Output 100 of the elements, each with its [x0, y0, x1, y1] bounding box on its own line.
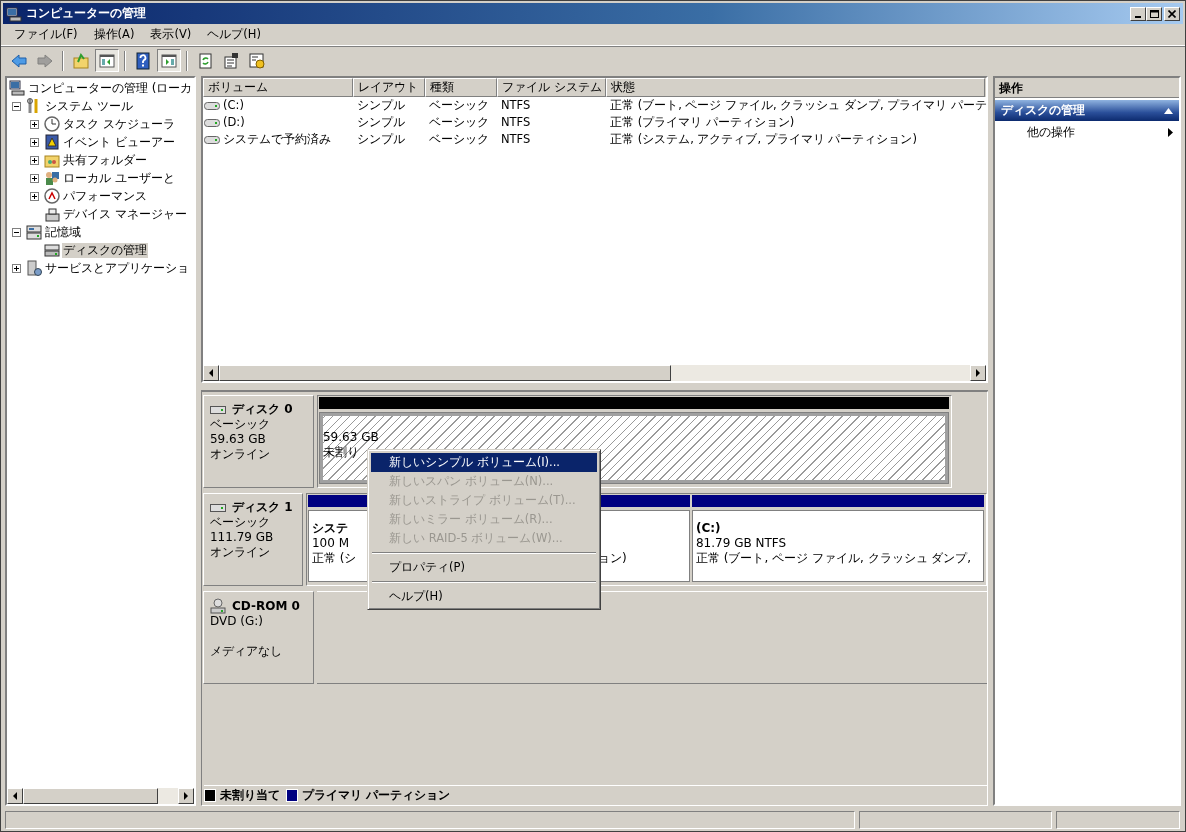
scroll-thumb[interactable] — [23, 788, 158, 804]
tree-item[interactable]: ローカル ユーザーと — [62, 170, 176, 186]
table-cell: (C:) — [223, 98, 244, 113]
disk-info: オンライン — [210, 447, 271, 462]
partition-name: (C:) — [696, 521, 721, 535]
left-arrow-icon[interactable] — [12, 792, 18, 800]
column-header[interactable]: ファイル システム — [497, 78, 606, 97]
menu-item[interactable]: ファイル(F) — [7, 26, 85, 43]
column-header[interactable]: 種類 — [425, 78, 497, 97]
partition-status: 未割り — [323, 445, 359, 459]
menu-item[interactable]: ヘルプ(H) — [371, 587, 597, 606]
disk-info: ベーシック — [210, 515, 271, 530]
column-header[interactable]: 状態 — [606, 78, 985, 97]
tree-item[interactable]: 共有フォルダー — [62, 152, 148, 168]
tree-item[interactable]: パフォーマンス — [62, 188, 148, 204]
table-cell: 正常 (システム, アクティブ, プライマリ パーティション) — [610, 132, 917, 147]
users-icon — [44, 170, 60, 186]
gauge-icon — [44, 188, 60, 204]
partition-size: 81.79 GB NTFS — [696, 536, 787, 550]
column-header[interactable]: ボリューム — [203, 78, 353, 97]
event-log-icon — [44, 134, 60, 150]
menu-item[interactable]: 操作(A) — [86, 26, 142, 43]
table-cell: シンプル — [357, 115, 405, 130]
partition-name: システ — [312, 521, 348, 535]
drive-icon — [204, 117, 220, 128]
close-button[interactable] — [1164, 6, 1180, 21]
submenu-arrow-icon — [1168, 127, 1173, 137]
tree-item[interactable]: イベント ビューアー — [62, 134, 176, 150]
section-title: ディスクの管理 — [1001, 103, 1085, 118]
disk-info: DVD (G:) — [210, 614, 264, 629]
tree-pane-button[interactable] — [95, 49, 119, 72]
disk-info: 59.63 GB — [210, 432, 267, 447]
disk-info: ベーシック — [210, 417, 271, 432]
partition-block[interactable]: (C:) 81.79 GB NTFS 正常 (ブート, ページ ファイル, クラッシュ ダンプ, — [692, 510, 984, 582]
legend-label: プライマリ パーティション — [302, 788, 451, 803]
collapse-icon[interactable] — [12, 101, 21, 111]
properties-icon — [222, 51, 240, 70]
table-cell: シンプル — [357, 132, 405, 147]
menu-item[interactable]: 新しいシンプル ボリューム(I)... — [371, 453, 597, 472]
disk-name: ディスク 0 — [232, 402, 293, 417]
horizontal-scrollbar[interactable] — [7, 788, 194, 804]
partition-status: 正常 (シ — [312, 551, 357, 565]
disk-name: CD-ROM 0 — [232, 598, 300, 614]
menu-item[interactable]: ヘルプ(H) — [200, 26, 268, 43]
maximize-icon — [1149, 9, 1159, 18]
tree-item[interactable]: 記憶域 — [44, 224, 82, 240]
table-cell: 正常 (ブート, ページ ファイル, クラッシュ ダンプ, プライマリ パーテ — [610, 98, 988, 113]
tree-item[interactable]: タスク スケジューラ — [62, 116, 176, 132]
left-arrow-icon[interactable] — [208, 369, 214, 377]
maximize-button[interactable] — [1146, 6, 1162, 21]
tree-item[interactable]: サービスとアプリケーショ — [44, 260, 190, 276]
disk-drive-icon — [210, 502, 226, 513]
action-pane-button[interactable] — [157, 49, 181, 72]
disk-status: メディアなし — [210, 644, 283, 659]
tree-item[interactable]: ディスクの管理 — [62, 242, 148, 258]
expand-icon[interactable] — [30, 191, 39, 201]
disk-label-panel[interactable]: ディスク 0 ベーシック 59.63 GB オンライン — [203, 395, 314, 488]
expand-icon[interactable] — [12, 263, 21, 273]
expand-icon[interactable] — [30, 137, 39, 147]
collapse-arrow-icon[interactable] — [1164, 107, 1173, 114]
legend-label: 未割り当て — [220, 788, 280, 803]
help-icon — [134, 51, 152, 70]
expand-icon[interactable] — [30, 155, 39, 165]
action-link[interactable]: 他の操作 — [1027, 124, 1075, 140]
computer-icon — [9, 80, 25, 96]
horizontal-scrollbar[interactable] — [203, 365, 986, 381]
disk-label-panel[interactable]: ディスク 1 ベーシック 111.79 GB オンライン — [203, 493, 303, 586]
menu-item[interactable]: 表示(V) — [143, 26, 199, 43]
table-cell: NTFS — [501, 115, 531, 130]
right-arrow-icon[interactable] — [975, 369, 981, 377]
expand-icon[interactable] — [30, 119, 39, 129]
partition-size: 59.63 GB — [323, 430, 379, 444]
computer-icon — [6, 5, 22, 22]
table-cell: NTFS — [501, 98, 531, 113]
tree-item[interactable]: コンピューターの管理 (ローカ — [27, 80, 194, 96]
table-cell: ベーシック — [429, 132, 489, 147]
device-icon — [44, 206, 60, 222]
column-header[interactable]: レイアウト — [353, 78, 425, 97]
partition-size: 100 M — [312, 536, 350, 550]
disk-label-panel[interactable]: CD-ROM 0 DVD (G:) メディアなし — [203, 591, 314, 684]
tree-item[interactable]: システム ツール — [44, 98, 134, 114]
drive-icon — [204, 134, 220, 145]
folder-up-icon — [72, 51, 90, 70]
scroll-thumb[interactable] — [219, 365, 671, 381]
cd-drive-icon — [210, 598, 226, 614]
tree-pane-icon — [98, 51, 116, 70]
minimize-button[interactable] — [1130, 6, 1146, 21]
table-cell: NTFS — [501, 132, 531, 147]
disk-drive-icon — [210, 404, 226, 415]
services-icon — [26, 260, 42, 276]
collapse-icon[interactable] — [12, 227, 21, 237]
partition-status: ョン) — [598, 551, 627, 565]
tree-item[interactable]: デバイス マネージャー — [62, 206, 188, 222]
expand-icon[interactable] — [30, 173, 39, 183]
table-cell: システムで予約済み — [223, 132, 331, 147]
right-arrow-icon[interactable] — [183, 792, 189, 800]
drive-icon — [204, 100, 220, 111]
table-cell: シンプル — [357, 98, 405, 113]
minimize-icon — [1135, 15, 1141, 18]
actions-header: 操作 — [995, 78, 1179, 98]
